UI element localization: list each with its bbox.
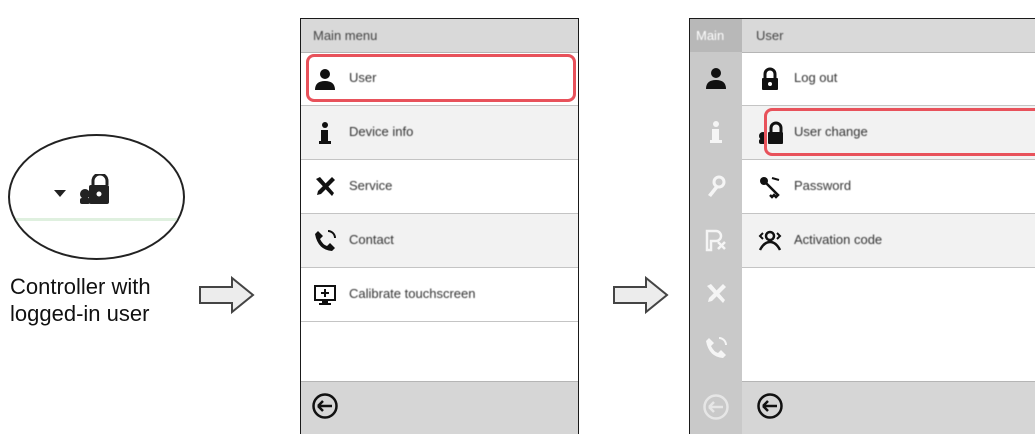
user-menu-content: User Log out User change Password Activa…	[742, 19, 1035, 434]
user-menu-title: User	[756, 28, 784, 43]
menu-item-password[interactable]: Password	[742, 160, 1035, 213]
tools-icon[interactable]	[704, 282, 728, 306]
side-column-header: Main	[690, 19, 742, 52]
caption-text: Controller with logged-in user	[10, 274, 151, 326]
phone-icon	[315, 230, 336, 251]
monitor-calibrate-icon	[314, 285, 336, 305]
menu-item-label: Device info	[349, 124, 414, 139]
side-icon-column: Main	[690, 19, 742, 434]
zoom-status-strip	[10, 218, 183, 221]
main-menu-title: Main menu	[313, 28, 378, 43]
zoom-detail-circle	[8, 134, 185, 260]
menu-item-service[interactable]: Service	[301, 160, 578, 213]
back-icon[interactable]	[702, 393, 730, 421]
activation-code-icon	[758, 230, 782, 251]
settings-icon[interactable]	[704, 174, 728, 198]
menu-item-contact[interactable]: Contact	[301, 214, 578, 267]
menu-item-label: Calibrate touchscreen	[349, 286, 476, 301]
menu-item-device-info[interactable]: Device info	[301, 106, 578, 159]
lock-icon	[762, 67, 778, 90]
divider	[301, 321, 578, 322]
highlight-user	[306, 54, 576, 102]
info-icon	[319, 122, 331, 144]
user-menu-panel: Main User Log out User change Password A…	[689, 18, 1035, 434]
user-icon[interactable]	[704, 66, 728, 90]
tools-icon	[316, 177, 335, 196]
password-icon	[760, 177, 780, 199]
menu-item-calibrate-touchscreen[interactable]: Calibrate touchscreen	[301, 268, 578, 321]
dropdown-arrow-icon	[54, 190, 66, 197]
main-menu-panel: Main menu User Device info Service Conta…	[300, 18, 579, 434]
menu-item-label: Password	[794, 178, 852, 193]
menu-item-label: Contact	[349, 232, 394, 247]
highlight-user-change	[764, 108, 1035, 156]
phone-icon[interactable]	[704, 336, 728, 360]
menu-item-activation-code[interactable]: Activation code	[742, 214, 1035, 267]
main-menu-footer	[301, 381, 578, 434]
user-menu-footer	[742, 381, 1035, 434]
back-icon[interactable]	[311, 392, 339, 420]
side-column-title: Main	[696, 28, 725, 43]
user-lock-icon	[80, 174, 109, 204]
main-menu-header: Main menu	[301, 19, 578, 53]
user-menu-header: User	[742, 19, 1035, 53]
right-arrow-icon	[199, 275, 255, 315]
back-icon[interactable]	[756, 392, 784, 420]
menu-item-log-out[interactable]: Log out	[742, 52, 1035, 105]
menu-item-label: Service	[349, 178, 393, 193]
menu-item-label: Log out	[794, 70, 838, 85]
info-icon[interactable]	[704, 120, 728, 144]
right-arrow-icon	[613, 275, 669, 315]
menu-item-label: Activation code	[794, 232, 883, 247]
divider	[742, 267, 1035, 268]
program-icon[interactable]	[704, 228, 728, 252]
